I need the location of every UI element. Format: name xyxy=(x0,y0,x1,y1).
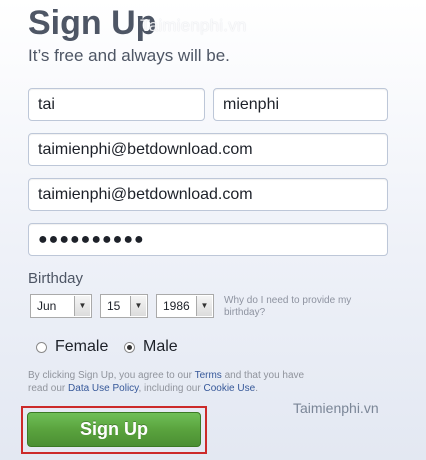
birthday-month-select[interactable]: Jun ▼ xyxy=(30,294,92,318)
last-name-field[interactable]: mienphi xyxy=(213,88,388,121)
chevron-down-icon: ▼ xyxy=(130,296,146,316)
month-value: Jun xyxy=(37,299,57,313)
year-value: 1986 xyxy=(163,299,190,313)
chevron-down-icon: ▼ xyxy=(196,296,212,316)
sign-up-button[interactable]: Sign Up xyxy=(27,412,201,447)
male-label: Male xyxy=(143,338,178,355)
gender-male-radio[interactable]: Male xyxy=(124,338,178,356)
birthday-label: Birthday xyxy=(28,270,84,287)
page-subtitle: It’s free and always will be. xyxy=(28,46,230,65)
chevron-down-icon: ▼ xyxy=(74,296,90,316)
email-confirm-field[interactable]: taimienphi@betdownload.com xyxy=(28,178,388,211)
radio-selected-icon xyxy=(124,341,135,353)
email-field[interactable]: taimienphi@betdownload.com xyxy=(28,133,388,166)
watermark-top: Taimienphi.vn xyxy=(140,16,247,35)
terms-text: By clicking Sign Up, you agree to our Te… xyxy=(28,370,305,394)
password-field[interactable]: ●●●●●●●●●● xyxy=(28,223,388,256)
cookie-use-link[interactable]: Cookie Use xyxy=(203,383,255,394)
birthday-year-select[interactable]: 1986 ▼ xyxy=(156,294,214,318)
gender-female-radio[interactable]: Female xyxy=(36,338,108,356)
page-title: Sign Up xyxy=(28,4,157,42)
day-value: 15 xyxy=(107,299,121,313)
why-birthday-link[interactable]: Why do I need to provide my birthday? xyxy=(224,295,374,319)
birthday-day-select[interactable]: 15 ▼ xyxy=(100,294,148,318)
female-label: Female xyxy=(55,338,109,355)
watermark-bottom: Taimienphi.vn xyxy=(293,400,379,416)
data-policy-link[interactable]: Data Use Policy xyxy=(68,383,138,394)
terms-link[interactable]: Terms xyxy=(195,370,222,381)
radio-circle-icon xyxy=(36,341,47,353)
first-name-field[interactable]: tai xyxy=(28,88,205,121)
